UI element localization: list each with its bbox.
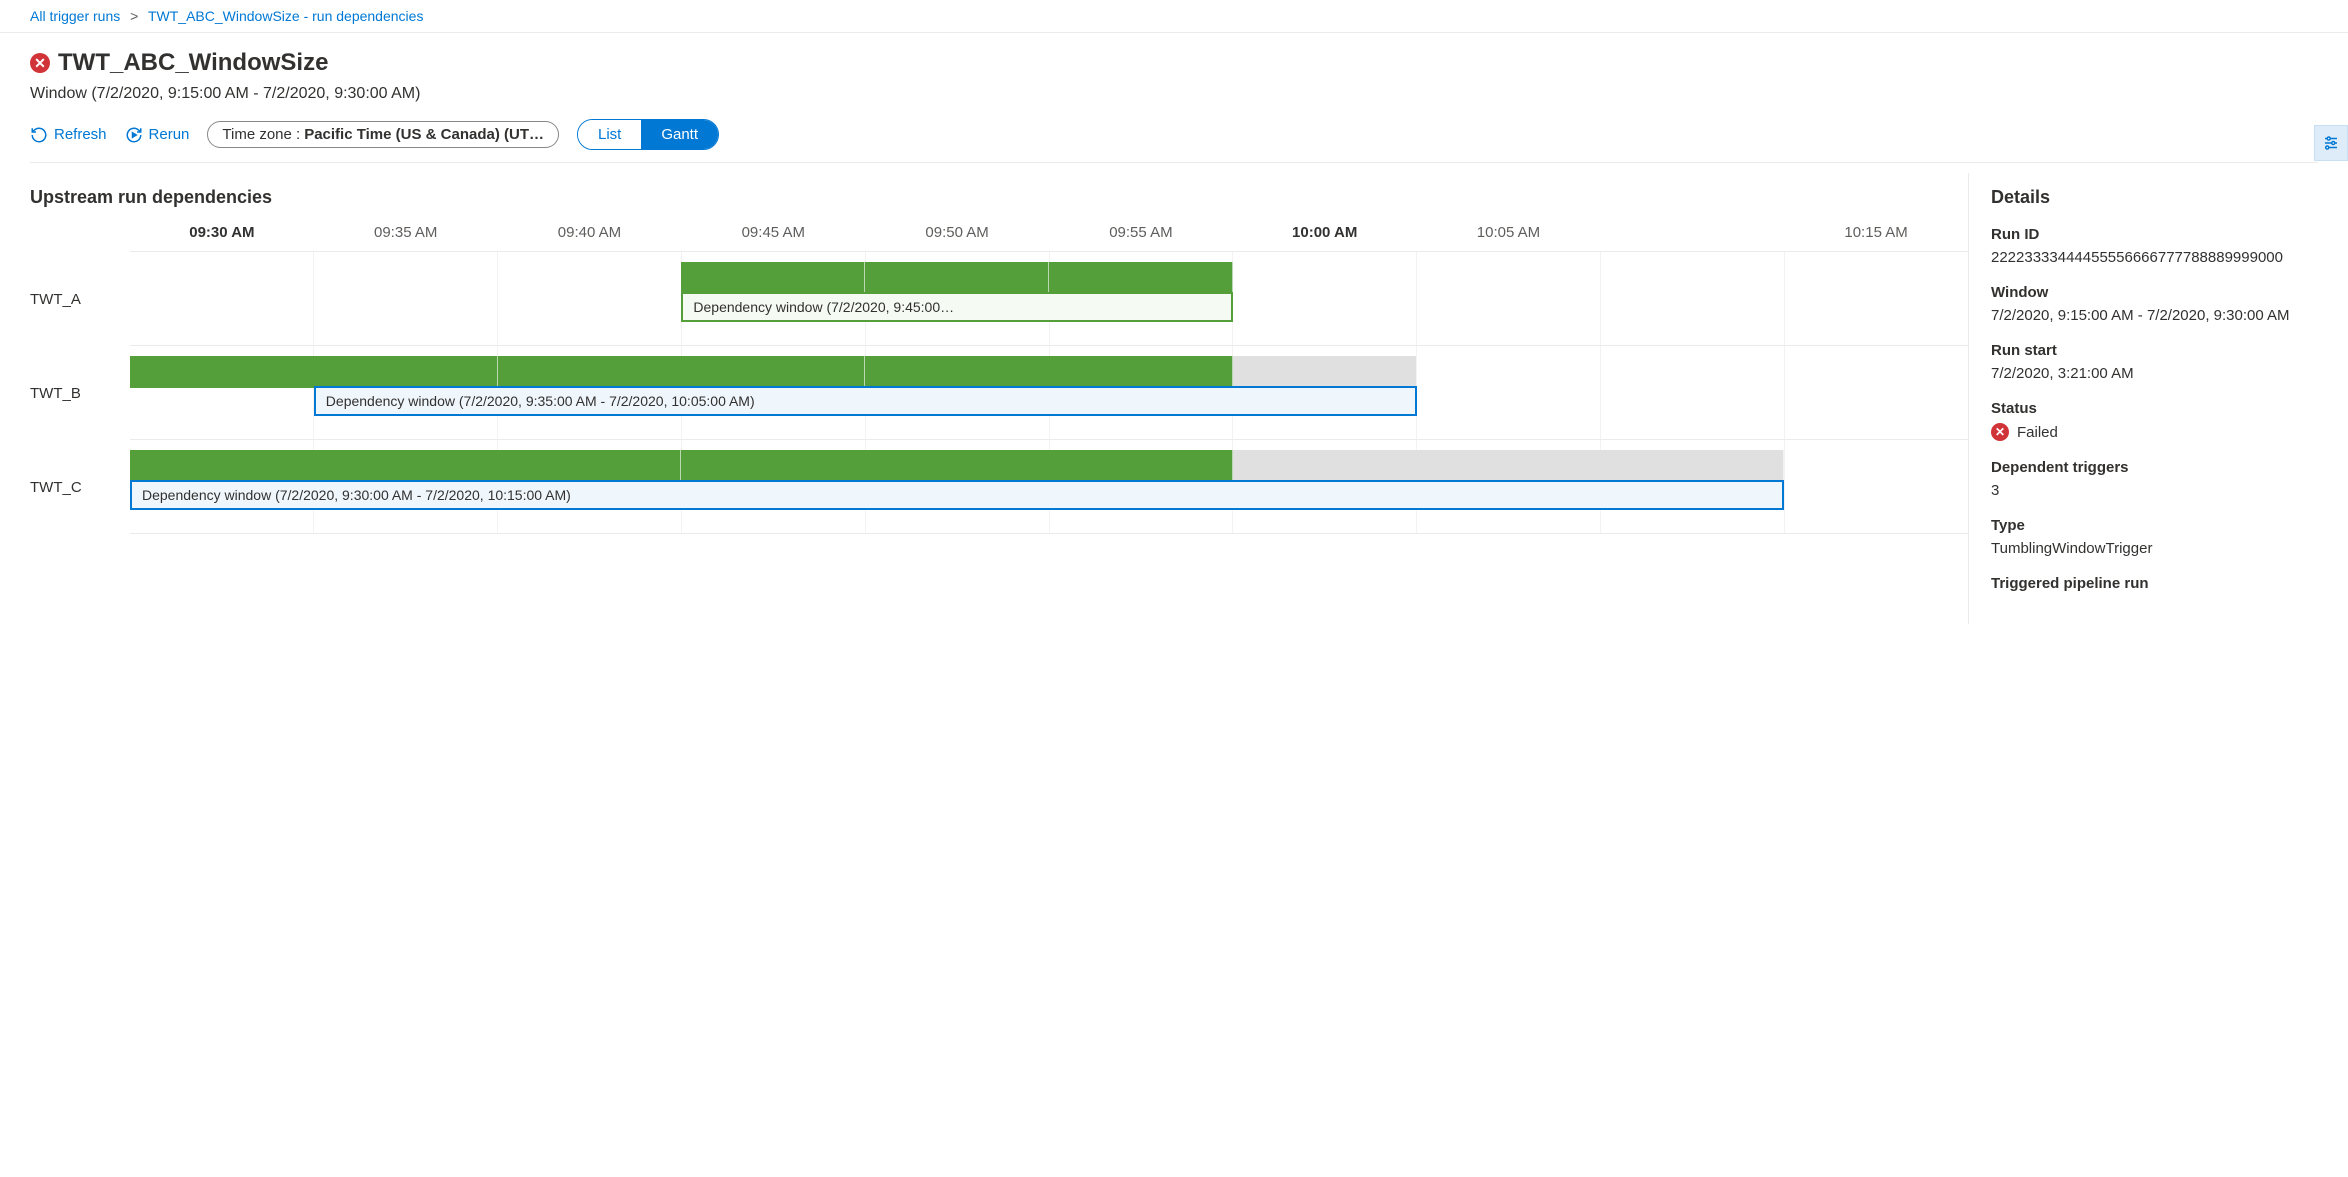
gantt-row: Dependency window (7/2/2020, 9:45:00…: [130, 252, 1968, 346]
rerun-button[interactable]: Rerun: [125, 126, 190, 144]
refresh-icon: [30, 126, 48, 144]
dependency-window[interactable]: Dependency window (7/2/2020, 9:30:00 AM …: [130, 480, 1784, 510]
refresh-button[interactable]: Refresh: [30, 126, 107, 144]
rerun-label: Rerun: [149, 126, 190, 143]
gantt-run-segment[interactable]: [681, 262, 865, 294]
gantt-run-segment[interactable]: [681, 450, 1232, 482]
time-tick: 09:50 AM: [865, 224, 1049, 251]
dependency-window[interactable]: Dependency window (7/2/2020, 9:35:00 AM …: [314, 386, 1417, 416]
status-label: Status: [1991, 400, 2326, 417]
refresh-label: Refresh: [54, 126, 107, 143]
page-title: TWT_ABC_WindowSize: [58, 49, 328, 77]
rerun-icon: [125, 126, 143, 144]
gantt-run-segment[interactable]: [1233, 450, 1784, 482]
breadcrumb: All trigger runs > TWT_ABC_WindowSize - …: [0, 0, 2348, 33]
error-icon: ✕: [1991, 423, 2009, 441]
gantt-section-title: Upstream run dependencies: [30, 187, 1968, 208]
gantt-run-segment[interactable]: [1049, 262, 1233, 294]
status-value: Failed: [2017, 424, 2058, 441]
time-tick: 10:05 AM: [1417, 224, 1601, 251]
dependent-triggers-label: Dependent triggers: [1991, 459, 2326, 476]
gantt-run-segment[interactable]: [865, 262, 1049, 294]
gantt-row-label: TWT_C: [30, 440, 130, 534]
gantt-run-segment[interactable]: [130, 450, 681, 482]
page-title-row: ✕ TWT_ABC_WindowSize: [30, 49, 2318, 77]
time-tick: 09:35 AM: [314, 224, 498, 251]
window-value: 7/2/2020, 9:15:00 AM - 7/2/2020, 9:30:00…: [1991, 307, 2326, 324]
breadcrumb-root-link[interactable]: All trigger runs: [30, 8, 120, 24]
time-tick: 09:45 AM: [681, 224, 865, 251]
time-tick: 09:30 AM: [130, 224, 314, 251]
breadcrumb-current-link[interactable]: TWT_ABC_WindowSize - run dependencies: [148, 8, 423, 24]
settings-panel-toggle[interactable]: [2314, 125, 2348, 161]
dependent-triggers-value: 3: [1991, 482, 2326, 499]
view-toggle: List Gantt: [577, 119, 719, 150]
time-tick: 10:00 AM: [1233, 224, 1417, 251]
run-start-value: 7/2/2020, 3:21:00 AM: [1991, 365, 2326, 382]
timezone-value: Pacific Time (US & Canada) (UT…: [304, 126, 544, 143]
window-label: Window: [1991, 284, 2326, 301]
gantt-run-segment[interactable]: [130, 356, 498, 388]
gantt-time-axis: 09:30 AM09:35 AM09:40 AM09:45 AM09:50 AM…: [130, 224, 1968, 252]
time-tick: 10:15 AM: [1784, 224, 1968, 251]
type-label: Type: [1991, 517, 2326, 534]
gantt-run-segment[interactable]: [498, 356, 866, 388]
gantt-row-label: TWT_B: [30, 346, 130, 440]
time-tick: [1600, 224, 1784, 251]
timezone-dropdown[interactable]: Time zone : Pacific Time (US & Canada) (…: [207, 121, 559, 148]
view-list-button[interactable]: List: [578, 120, 641, 149]
error-icon: ✕: [30, 53, 50, 73]
toolbar: Refresh Rerun Time zone : Pacific Time (…: [30, 115, 2318, 163]
view-gantt-button[interactable]: Gantt: [641, 120, 718, 149]
gantt-run-segment[interactable]: [1233, 356, 1417, 388]
window-subtitle: Window (7/2/2020, 9:15:00 AM - 7/2/2020,…: [30, 85, 2318, 103]
gantt-row: Dependency window (7/2/2020, 9:35:00 AM …: [130, 346, 1968, 440]
dependency-window[interactable]: Dependency window (7/2/2020, 9:45:00…: [681, 292, 1232, 322]
details-heading: Details: [1991, 187, 2326, 208]
gantt-row: Dependency window (7/2/2020, 9:30:00 AM …: [130, 440, 1968, 534]
run-id-label: Run ID: [1991, 226, 2326, 243]
run-id-value: 22223333444455556666777788889999000: [1991, 249, 2326, 266]
gantt-row-label: TWT_A: [30, 252, 130, 346]
run-start-label: Run start: [1991, 342, 2326, 359]
sliders-icon: [2322, 134, 2340, 152]
type-value: TumblingWindowTrigger: [1991, 540, 2326, 557]
time-tick: 09:55 AM: [1049, 224, 1233, 251]
gantt-run-segment[interactable]: [865, 356, 1233, 388]
details-panel: Details Run ID 2222333344445555666677778…: [1968, 173, 2348, 624]
timezone-prefix: Time zone :: [222, 126, 300, 143]
triggered-pipeline-run-label: Triggered pipeline run: [1991, 575, 2326, 592]
time-tick: 09:40 AM: [498, 224, 682, 251]
breadcrumb-separator: >: [130, 8, 138, 24]
